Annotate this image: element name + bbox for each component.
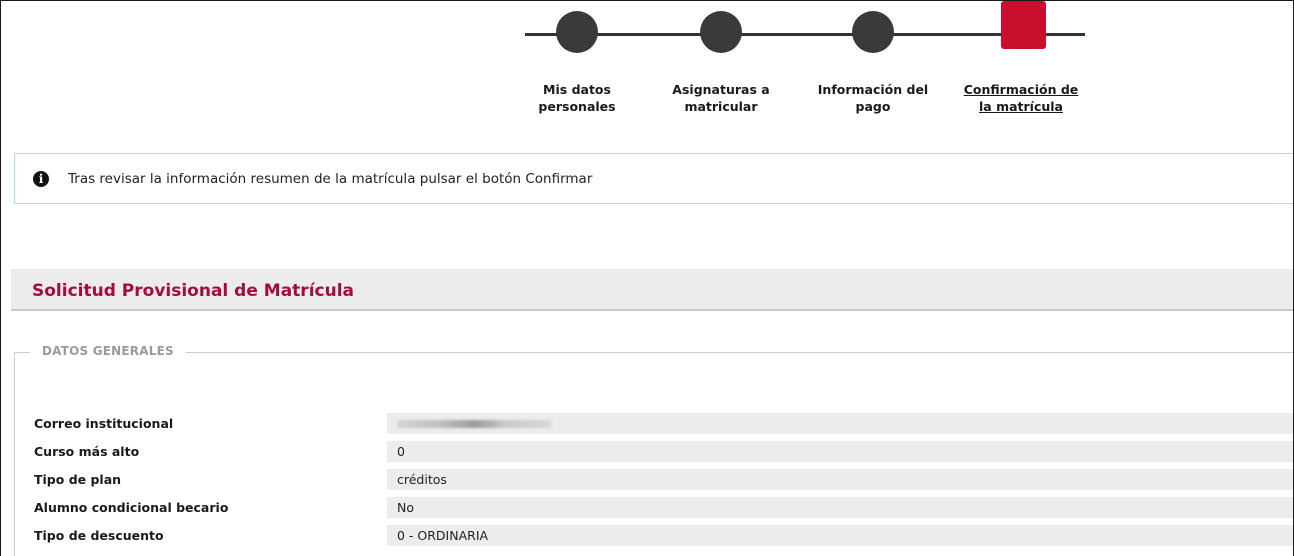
redacted-email <box>397 420 552 428</box>
step-label: Confirmación de la matrícula <box>963 82 1079 114</box>
field-label: Curso más alto <box>34 444 140 459</box>
section-header: Solicitud Provisional de Matrícula <box>11 269 1293 311</box>
progress-stepper: Mis datos personales Asignaturas a matri… <box>1 1 1293 141</box>
step-marker-active <box>1001 1 1046 49</box>
step-label: Información del pago <box>817 82 929 114</box>
field-value: 0 - ORDINARIA <box>387 525 1293 547</box>
field-row-highest-course: Curso más alto 0 <box>1 441 1293 463</box>
step-label: Asignaturas a matricular <box>672 82 770 114</box>
section-title: Solicitud Provisional de Matrícula <box>32 281 354 301</box>
info-alert: i Tras revisar la información resumen de… <box>14 153 1293 204</box>
field-label: Correo institucional <box>34 416 174 431</box>
alert-message: Tras revisar la información resumen de l… <box>68 171 593 187</box>
field-value-text: 0 <box>397 444 405 459</box>
info-icon: i <box>33 171 49 187</box>
field-value-text: No <box>397 500 414 515</box>
field-label: Alumno condicional becario <box>34 500 229 515</box>
field-label: Tipo de plan <box>34 472 122 487</box>
field-label: Tipo de descuento <box>34 528 164 543</box>
field-value: No <box>387 497 1293 519</box>
fieldset-border <box>14 352 1293 353</box>
field-row-plan-type: Tipo de plan créditos <box>1 469 1293 491</box>
step-label: Mis datos personales <box>538 82 616 114</box>
field-value-text: 0 - ORDINARIA <box>397 528 489 543</box>
step-marker <box>852 11 894 53</box>
step-marker <box>556 11 598 53</box>
field-value: 0 <box>387 441 1293 463</box>
step-marker <box>700 11 742 53</box>
field-value-text: créditos <box>397 472 447 487</box>
field-value <box>387 413 1293 435</box>
field-value: créditos <box>387 469 1293 491</box>
page-frame: Mis datos personales Asignaturas a matri… <box>0 0 1294 556</box>
field-row-institutional-email: Correo institucional <box>1 413 1293 435</box>
field-row-discount-type: Tipo de descuento 0 - ORDINARIA <box>1 525 1293 547</box>
field-row-conditional-scholarship: Alumno condicional becario No <box>1 497 1293 519</box>
fieldset-legend: DATOS GENERALES <box>30 344 185 358</box>
